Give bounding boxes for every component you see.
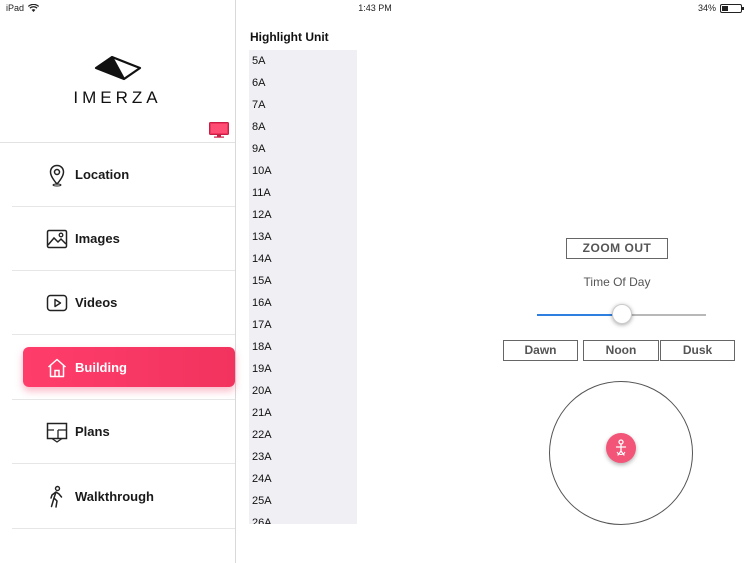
battery-icon [720,3,744,13]
battery-percent: 34% [697,3,716,13]
walking-person-icon [50,485,63,508]
sidebar: IMERZA Location Images Videos Building P… [0,0,236,563]
sidebar-item-label: Videos [75,295,118,310]
sidebar-item-building[interactable]: Building [12,336,235,400]
unit-row[interactable]: 16A [249,292,357,314]
noon-button[interactable]: Noon [583,340,659,361]
sidebar-item-plans[interactable]: Plans [12,400,235,464]
unit-row[interactable]: 23A [249,446,357,468]
unit-row[interactable]: 19A [249,358,357,380]
image-icon [46,229,68,249]
slider-thumb[interactable] [611,304,632,324]
sidebar-item-walkthrough[interactable]: Walkthrough [12,465,235,529]
unit-row[interactable]: 13A [249,226,357,248]
unit-row[interactable]: 9A [249,138,357,160]
unit-row[interactable]: 20A [249,380,357,402]
sidebar-item-label: Images [75,231,120,246]
person-icon [615,439,627,456]
unit-row[interactable]: 26A [249,512,357,524]
sidebar-item-label: Walkthrough [75,489,154,504]
sidebar-item-label: Building [75,360,127,375]
zoom-out-button[interactable]: ZOOM OUT [566,238,668,259]
slider-fill [537,314,622,316]
unit-row[interactable]: 5A [249,50,357,72]
joystick-knob[interactable] [606,433,636,463]
highlight-unit-title: Highlight Unit [250,30,329,44]
unit-row[interactable]: 21A [249,402,357,424]
unit-row[interactable]: 8A [249,116,357,138]
unit-row[interactable]: 11A [249,182,357,204]
imerza-logo-icon [94,55,142,81]
divider [12,463,235,464]
status-right: 34% [697,3,744,13]
sidebar-item-videos[interactable]: Videos [12,271,235,335]
monitor-icon[interactable] [209,122,229,138]
time-of-day-label: Time Of Day [583,275,651,289]
unit-row[interactable]: 6A [249,72,357,94]
unit-row[interactable]: 14A [249,248,357,270]
unit-list[interactable]: 5A 6A 7A 8A 9A 10A 11A 12A 13A 14A 15A 16A 17A 18A 19A… [249,50,357,524]
sidebar-item-location[interactable]: Location [12,143,235,207]
unit-row[interactable]: 15A [249,270,357,292]
divider [12,528,235,529]
unit-row[interactable]: 24A [249,468,357,490]
floor-plan-icon [46,422,68,443]
unit-row[interactable]: 10A [249,160,357,182]
sidebar-item-label: Plans [75,424,110,439]
video-play-icon [46,294,68,312]
sidebar-item-label: Location [75,167,130,182]
sidebar-item-images[interactable]: Images [12,207,235,271]
divider [12,334,235,335]
dawn-button[interactable]: Dawn [503,340,578,361]
home-icon [48,358,66,378]
brand-name: IMERZA [73,88,162,107]
location-pin-icon [49,164,65,187]
unit-row[interactable]: 22A [249,424,357,446]
unit-row[interactable]: 17A [249,314,357,336]
unit-row[interactable]: 18A [249,336,357,358]
unit-row[interactable]: 12A [249,204,357,226]
unit-row[interactable]: 7A [249,94,357,116]
dusk-button[interactable]: Dusk [660,340,735,361]
unit-row[interactable]: 25A [249,490,357,512]
